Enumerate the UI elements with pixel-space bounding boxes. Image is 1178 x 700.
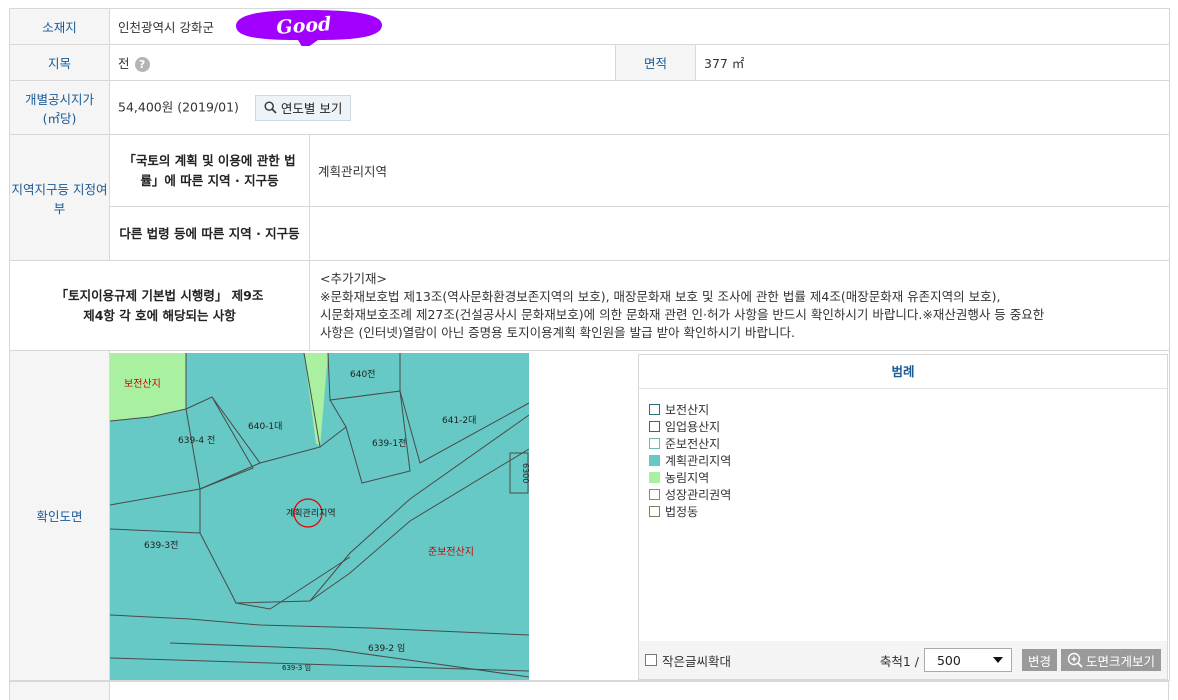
- legend-label: 성장관리권역: [665, 488, 732, 502]
- zone-label: 지역지구등 지정여부: [9, 134, 110, 261]
- parcel-label: 6300: [521, 463, 529, 483]
- area-label: 면적: [615, 44, 696, 81]
- jimok-value: 전: [118, 56, 130, 71]
- price-label: 개별공시지가 (㎡당): [9, 80, 110, 135]
- legend-label: 준보전산지: [665, 437, 721, 451]
- zone-law2-value: [308, 206, 1171, 261]
- legend-title: 범례: [639, 355, 1167, 389]
- parcel-label: 639-3전: [144, 540, 178, 551]
- dropdown-arrow-icon: [992, 656, 1003, 663]
- change-button[interactable]: 변경: [1021, 649, 1057, 671]
- legend-label: 임업용산지: [665, 420, 721, 434]
- parcel-label: 639-1전: [372, 438, 406, 449]
- price-cell: 54,400원 (2019/01) 연도별 보기: [108, 80, 1171, 135]
- good-text: Good: [276, 13, 332, 39]
- area-value: 377 ㎡: [694, 44, 1171, 81]
- legend-swatch: [649, 438, 660, 449]
- parcel-label: 640전: [350, 369, 375, 380]
- big-view-button[interactable]: 도면크게보기: [1060, 649, 1161, 671]
- legend-swatch: [649, 472, 660, 483]
- search-icon: [264, 101, 277, 114]
- help-icon[interactable]: ?: [134, 57, 150, 72]
- parcel-label: 640-1대: [248, 421, 282, 432]
- jimok-label: 지목: [9, 44, 110, 81]
- legend-item: 성장관리권역: [649, 486, 1157, 503]
- scale-select[interactable]: 500: [923, 648, 1012, 672]
- parcel-label: 639-4 전: [178, 435, 215, 446]
- legend-item: 보전산지: [649, 401, 1157, 418]
- parcel-map[interactable]: 640전 640-1대 639-4 전 639-1전 641-2대 639-3전…: [110, 353, 529, 680]
- legend-item: 계획관리지역: [649, 452, 1157, 469]
- parcel-label: 641-2대: [442, 415, 476, 426]
- legend-label: 보전산지: [665, 403, 710, 417]
- jimok-cell: 전?: [109, 44, 616, 81]
- legend-list: 보전산지임업용산지준보전산지계획관리지역농림지역성장관리권역법정동: [639, 389, 1167, 532]
- map-label: 확인도면: [9, 350, 110, 681]
- legend-swatch: [649, 489, 660, 500]
- legend-panel: 범례 보전산지임업용산지준보전산지계획관리지역농림지역성장관리권역법정동 작은글…: [638, 354, 1168, 680]
- scale-value: 500: [936, 652, 961, 668]
- small-text-label: 작은글씨확대: [662, 653, 732, 669]
- parcel-map-svg: 640전 640-1대 639-4 전 639-1전 641-2대 639-3전…: [110, 353, 529, 680]
- location-text: 인천광역시 강화군: [118, 20, 214, 35]
- small-text-checkbox[interactable]: [645, 654, 657, 666]
- legend-footer: 작은글씨확대 축척1 / 500 변경 도면크게보기: [639, 641, 1167, 679]
- legend-label: 농림지역: [665, 471, 710, 485]
- note-line: 사항은 (인터넷)열람이 아닌 증명용 토지이용계획 확인원을 발급 받아 확인…: [320, 324, 795, 340]
- note-line: 시문화재보호조례 제27조(건설공사시 문화재보호)에 의한 문화재 관련 인·…: [320, 306, 1045, 322]
- note-line: <추가기재>: [320, 270, 387, 286]
- parcel-label: 639-3 임: [282, 664, 311, 672]
- legend-item: 임업용산지: [649, 418, 1157, 435]
- legend-item: 준보전산지: [649, 435, 1157, 452]
- parcel-label: 639-2 임: [368, 642, 405, 654]
- legend-swatch: [649, 455, 660, 466]
- legend-label: 법정동: [665, 505, 699, 519]
- zoom-in-icon: [1067, 652, 1083, 668]
- legend-swatch: [649, 404, 660, 415]
- scale-label: 축척1 /: [879, 653, 919, 669]
- note-cell: <추가기재> ※문화재보호법 제13조(역사문화환경보존지역의 보호), 매장문…: [308, 260, 1171, 351]
- legend-label: 계획관리지역: [665, 454, 732, 468]
- legend-swatch: [649, 506, 660, 517]
- legend-swatch: [649, 421, 660, 432]
- bottom-row: [9, 681, 1169, 700]
- zone-law1-label: 「국토의 계획 및 이용에 관한 법률」에 따른 지역 · 지구등: [109, 134, 310, 207]
- zone-label-plan: 계획관리지역: [286, 507, 336, 519]
- zone-label-semi: 준보전산지: [428, 546, 474, 558]
- location-label: 소재지: [9, 8, 110, 45]
- law-label: 「토지이용규제 기본법 시행령」 제9조제4항 각 호에 해당되는 사항: [9, 260, 310, 351]
- year-view-button[interactable]: 연도별 보기: [254, 94, 352, 121]
- price-value: 54,400원 (2019/01): [118, 99, 239, 114]
- good-sticker: Good: [236, 10, 382, 46]
- legend-item: 법정동: [649, 503, 1157, 520]
- zone-law1-value: 계획관리지역: [308, 134, 1171, 207]
- zone-label-conserve: 보전산지: [124, 378, 161, 390]
- note-line: ※문화재보호법 제13조(역사문화환경보존지역의 보호), 매장문화재 보호 및…: [320, 288, 1001, 304]
- zone-law2-label: 다른 법령 등에 따른 지역 · 지구등: [109, 206, 310, 261]
- legend-item: 농림지역: [649, 469, 1157, 486]
